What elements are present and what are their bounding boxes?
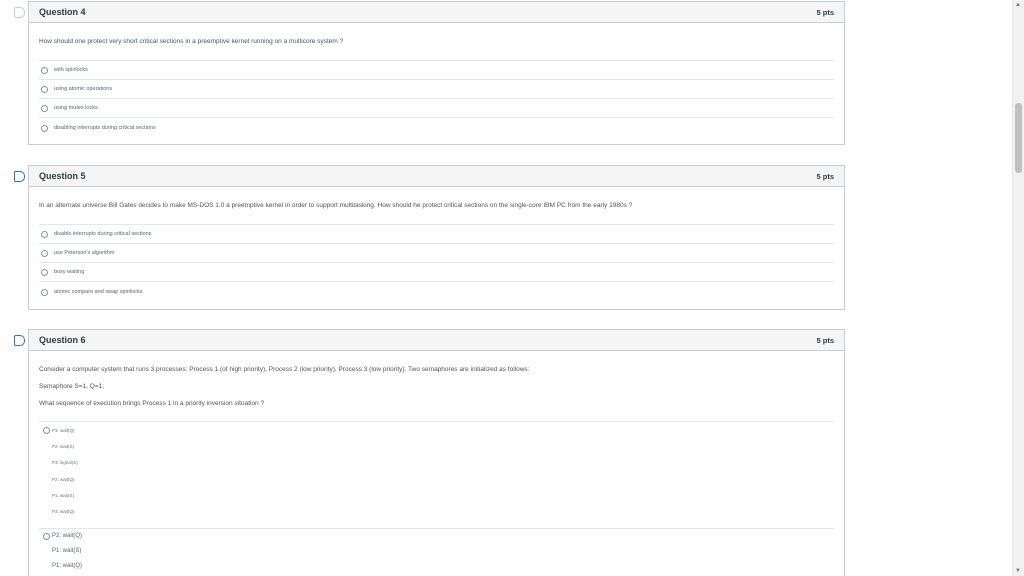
question-5-points: 5 pts	[816, 171, 834, 181]
answer-option[interactable]: with spinlocks	[39, 60, 834, 79]
scroll-down-icon[interactable]: ▼	[1015, 568, 1021, 574]
answer-option[interactable]: use Peterson's algorithm	[39, 243, 834, 262]
answer-option[interactable]: using mutex locks	[39, 98, 834, 117]
radio-icon[interactable]	[43, 427, 50, 434]
radio-icon[interactable]	[41, 66, 48, 74]
answer-option[interactable]: P2: wait(Q) P1: wait(S) P1: wait(Q)	[39, 528, 834, 576]
question-4-points: 5 pts	[816, 7, 834, 17]
flag-question-5-icon[interactable]	[14, 171, 25, 182]
question-6-points: 5 pts	[816, 335, 834, 345]
radio-icon[interactable]	[41, 288, 48, 296]
answer-option[interactable]: disable interrupts during critical secti…	[39, 224, 834, 243]
radio-icon[interactable]	[41, 124, 48, 132]
flag-question-4-icon[interactable]	[14, 7, 25, 18]
question-5-title: Question 5	[39, 171, 86, 181]
answer-option[interactable]: busy waiting	[39, 262, 834, 281]
question-6: Question 6 5 pts Consider a computer sys…	[28, 329, 845, 576]
scroll-thumb[interactable]	[1015, 103, 1022, 173]
radio-icon[interactable]	[41, 249, 48, 257]
question-4-header: Question 4 5 pts	[29, 2, 844, 23]
question-6-title: Question 6	[39, 335, 86, 345]
question-5-header: Question 5 5 pts	[29, 166, 844, 187]
radio-icon[interactable]	[41, 230, 48, 238]
answer-option[interactable]: disabling interrupts during critical sec…	[39, 117, 834, 138]
flag-question-6-icon[interactable]	[14, 335, 25, 346]
radio-icon[interactable]	[41, 268, 48, 276]
answer-option[interactable]: P1: wait(Q) P2: wait(S) P3: signal(S) P2…	[39, 421, 834, 529]
answer-option[interactable]: using atomic operations	[39, 79, 834, 98]
quiz-page: Question 4 5 pts How should one protect …	[0, 0, 1012, 576]
question-5-prompt: In an alternate universe Bill Gates deci…	[39, 202, 633, 209]
question-4-title: Question 4	[39, 7, 86, 17]
question-6-prompt: Consider a computer system that runs 3 p…	[39, 366, 530, 373]
question-5: Question 5 5 pts In an alternate univers…	[28, 165, 845, 310]
page-scrollbar[interactable]: ▲ ▼	[1012, 0, 1024, 576]
question-6-header: Question 6 5 pts	[29, 330, 844, 351]
scroll-up-icon[interactable]: ▲	[1015, 2, 1021, 8]
question-6-question: What sequence of execution brings Proces…	[39, 400, 265, 407]
radio-icon[interactable]	[41, 104, 48, 112]
question-6-semaphores: Semaphore S=1, Q=1;	[39, 383, 105, 390]
question-4-prompt: How should one protect very short critic…	[39, 38, 344, 45]
radio-icon[interactable]	[43, 533, 50, 540]
radio-icon[interactable]	[41, 85, 48, 93]
question-4: Question 4 5 pts How should one protect …	[28, 1, 845, 145]
answer-option[interactable]: atomic compare and swap spinlocks	[39, 281, 834, 302]
